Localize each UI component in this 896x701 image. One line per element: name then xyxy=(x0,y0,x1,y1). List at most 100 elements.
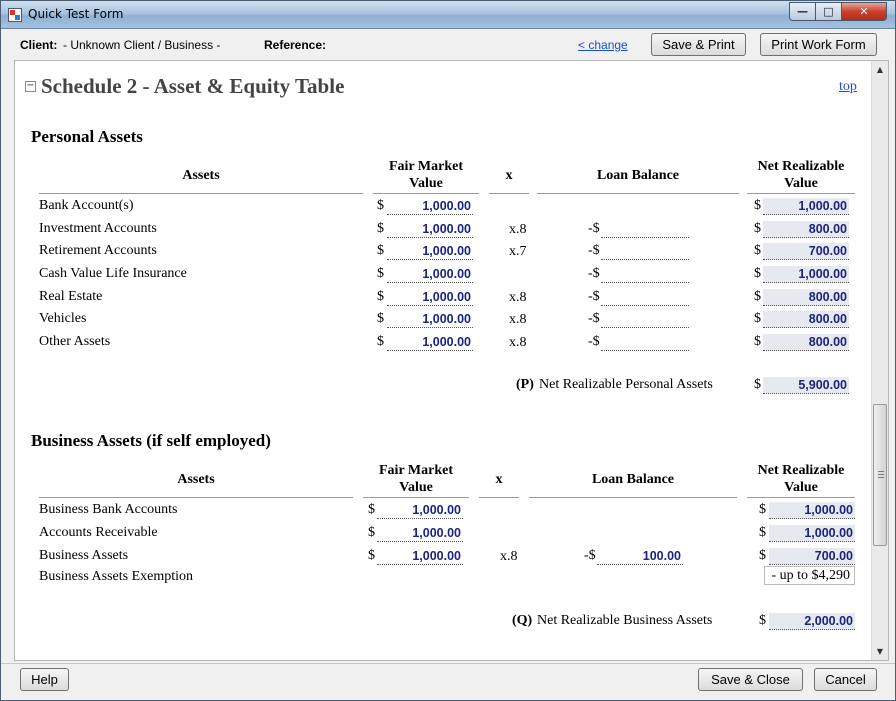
business-assets-title: Business Assets (if self employed) xyxy=(31,431,271,450)
client-header: Client: - Unknown Client / Business - Re… xyxy=(7,30,889,60)
client-label: Client: xyxy=(20,38,58,52)
vertical-scrollbar[interactable]: ▲ ▼ xyxy=(871,61,888,660)
client-value: - Unknown Client / Business - xyxy=(63,38,221,52)
loan-field[interactable] xyxy=(601,243,689,260)
scroll-down-icon[interactable]: ▼ xyxy=(872,643,888,660)
header-divider xyxy=(479,497,519,498)
fmv-field[interactable]: 1,000.00 xyxy=(377,548,463,565)
personal-row-label: Cash Value Life Insurance xyxy=(39,266,187,281)
loan-prefix: -$ xyxy=(584,548,596,563)
fmv-dollar: $ xyxy=(377,243,384,258)
fmv-field[interactable]: 1,000.00 xyxy=(387,334,473,351)
fmv-field[interactable]: 1,000.00 xyxy=(387,266,473,283)
help-button[interactable]: Help xyxy=(20,668,69,691)
business-col-assets: Assets xyxy=(177,472,215,487)
nrv-dollar: $ xyxy=(759,502,766,517)
personal-row-label: Other Assets xyxy=(39,334,111,349)
loan-field[interactable] xyxy=(601,221,689,238)
loan-field[interactable] xyxy=(601,311,689,328)
header-divider xyxy=(537,193,739,194)
loan-prefix: -$ xyxy=(588,266,600,281)
nrv-dollar: $ xyxy=(759,525,766,540)
personal-row-label: Investment Accounts xyxy=(39,221,157,236)
quick-test-form-window: Quick Test Form — □ ✕ Client: - Unknown … xyxy=(0,0,896,701)
title-bar: Quick Test Form — □ ✕ xyxy=(1,1,895,29)
nrv-field: 700.00 xyxy=(763,243,849,260)
personal-col-loan: Loan Balance xyxy=(596,168,680,183)
fmv-dollar: $ xyxy=(368,548,375,563)
fmv-dollar: $ xyxy=(368,502,375,517)
maximize-button[interactable]: □ xyxy=(815,2,842,21)
nrv-field: 1,000.00 xyxy=(769,525,855,542)
fmv-field[interactable]: 1,000.00 xyxy=(387,198,473,215)
personal-col-nrv-line2: Value xyxy=(784,176,818,191)
reference-label: Reference: xyxy=(264,38,327,52)
personal-col-fmv-line1: Fair Market xyxy=(389,159,463,174)
header-divider xyxy=(373,193,479,194)
scroll-up-icon[interactable]: ▲ xyxy=(872,61,888,78)
cancel-button[interactable]: Cancel xyxy=(814,668,877,691)
nrv-field: 800.00 xyxy=(763,334,849,351)
multiplier: x.8 xyxy=(509,312,527,327)
loan-prefix: -$ xyxy=(588,243,600,258)
loan-value: 100.00 xyxy=(642,549,681,563)
fmv-dollar: $ xyxy=(377,289,384,304)
loan-field[interactable] xyxy=(601,334,689,351)
fmv-dollar: $ xyxy=(377,334,384,349)
scroll-thumb[interactable] xyxy=(873,404,887,546)
loan-field[interactable]: 100.00 xyxy=(597,548,683,565)
total-dollar: $ xyxy=(754,377,761,392)
top-link[interactable]: top xyxy=(839,79,857,95)
nrv-dollar: $ xyxy=(759,548,766,563)
nrv-dollar: $ xyxy=(754,221,761,236)
grip-icon xyxy=(878,471,884,478)
form-content: − Schedule 2 - Asset & Equity Table top … xyxy=(15,61,872,660)
fmv-field[interactable]: 1,000.00 xyxy=(387,243,473,260)
header-divider xyxy=(489,193,529,194)
nrv-field: 800.00 xyxy=(763,221,849,238)
multiplier: x.8 xyxy=(500,549,518,564)
collapse-toggle-icon[interactable]: − xyxy=(25,81,36,92)
close-button[interactable]: ✕ xyxy=(841,2,887,21)
nrv-dollar: $ xyxy=(754,266,761,281)
fmv-field[interactable]: 1,000.00 xyxy=(377,525,463,542)
fmv-field[interactable]: 1,000.00 xyxy=(387,221,473,238)
business-col-fmv: Fair Market Value xyxy=(363,462,469,496)
multiplier: x.7 xyxy=(509,244,527,259)
nrv-field: 700.00 xyxy=(769,548,855,565)
fmv-dollar: $ xyxy=(368,525,375,540)
business-col-nrv-line1: Net Realizable xyxy=(757,463,845,478)
business-row-label: Accounts Receivable xyxy=(39,525,158,540)
change-link[interactable]: < change xyxy=(578,38,628,52)
personal-row-label: Retirement Accounts xyxy=(39,243,157,258)
footer-divider xyxy=(1,663,895,664)
save-print-button[interactable]: Save & Print xyxy=(651,33,746,56)
nrv-dollar: $ xyxy=(754,243,761,258)
business-total-label: Net Realizable Business Assets xyxy=(537,613,713,628)
nrv-dollar: $ xyxy=(754,289,761,304)
loan-field[interactable] xyxy=(601,289,689,306)
total-dollar: $ xyxy=(759,613,766,628)
multiplier: x.8 xyxy=(509,290,527,305)
minimize-button[interactable]: — xyxy=(789,2,816,21)
app-icon xyxy=(8,8,22,22)
fmv-dollar: $ xyxy=(377,198,384,213)
exemption-label: Business Assets Exemption xyxy=(39,569,194,584)
total-key-p: (P) xyxy=(516,377,534,392)
fmv-field[interactable]: 1,000.00 xyxy=(387,289,473,306)
personal-col-fmv-line2: Value xyxy=(409,176,443,191)
personal-row-label: Bank Account(s) xyxy=(39,198,134,213)
fmv-dollar: $ xyxy=(377,311,384,326)
nrv-field: 1,000.00 xyxy=(763,198,849,215)
save-close-button[interactable]: Save & Close xyxy=(698,668,803,691)
fmv-field[interactable]: 1,000.00 xyxy=(387,311,473,328)
header-divider xyxy=(363,497,469,498)
business-col-nrv-line2: Value xyxy=(784,480,818,495)
fmv-field[interactable]: 1,000.00 xyxy=(377,502,463,519)
personal-row-label: Real Estate xyxy=(39,289,103,304)
print-work-form-button[interactable]: Print Work Form xyxy=(760,33,877,56)
loan-field[interactable] xyxy=(601,266,689,283)
personal-total-field: 5,900.00 xyxy=(763,377,849,394)
loan-prefix: -$ xyxy=(588,221,600,236)
loan-prefix: -$ xyxy=(588,334,600,349)
